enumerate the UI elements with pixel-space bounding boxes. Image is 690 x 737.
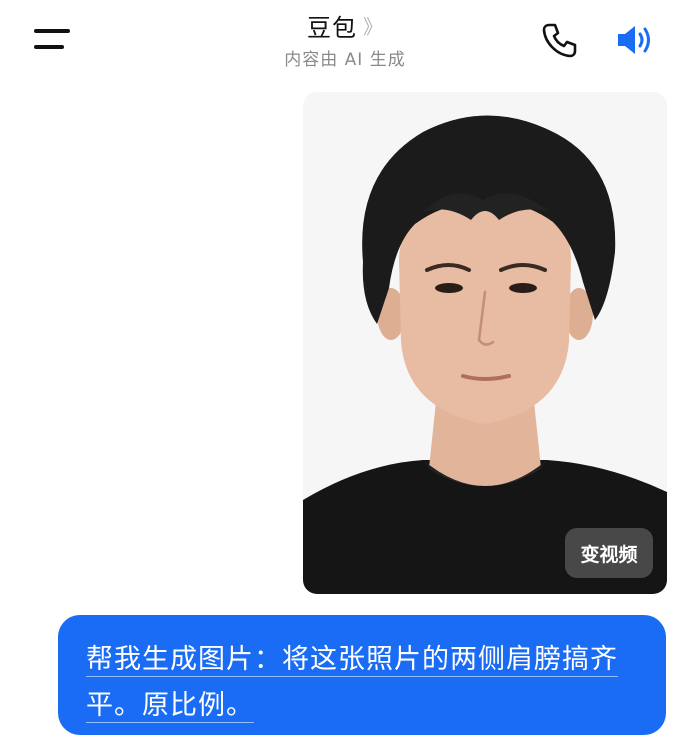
bot-name: 豆包 — [307, 14, 357, 42]
convert-to-video-button[interactable]: 变视频 — [565, 528, 653, 578]
generated-portrait-image[interactable]: 变视频 — [303, 92, 667, 594]
chevron-right-icon: 》 — [363, 15, 383, 39]
user-message-text: 帮我生成图片：将这张照片的两侧肩膀搞齐平。原比例。 — [86, 644, 618, 721]
chat-header: 豆包 》 内容由 AI 生成 — [0, 0, 690, 80]
phone-icon[interactable] — [540, 20, 580, 60]
portrait-photo — [303, 92, 667, 594]
speaker-icon[interactable] — [614, 20, 660, 60]
title-block: 豆包 》 内容由 AI 生成 — [0, 8, 690, 70]
chat-screen: 豆包 》 内容由 AI 生成 变视频 帮我生成图片：将这张照片的两侧肩膀搞齐平。… — [0, 0, 690, 737]
user-message-bubble[interactable]: 帮我生成图片：将这张照片的两侧肩膀搞齐平。原比例。 — [58, 615, 666, 735]
ai-disclaimer: 内容由 AI 生成 — [284, 50, 406, 70]
bot-name-link[interactable]: 豆包 》 — [307, 8, 383, 43]
